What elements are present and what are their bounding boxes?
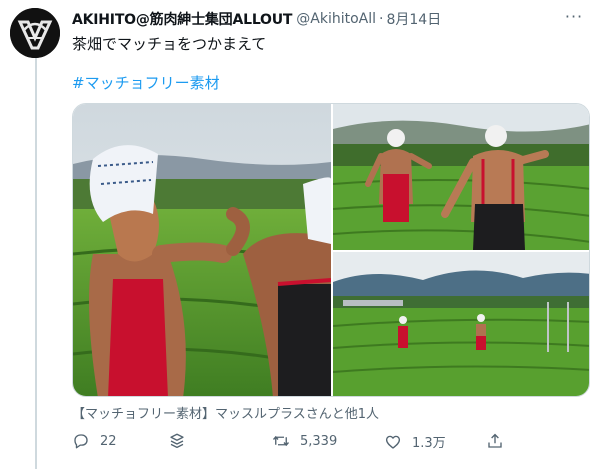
avatar[interactable]	[10, 8, 60, 58]
user-handle[interactable]: @AkihitoAll	[296, 11, 376, 27]
action-bar: 22 5,339 1.3万	[72, 432, 532, 454]
reply-count: 22	[100, 433, 117, 449]
media-caption[interactable]: 【マッチョフリー素材】マッスルプラスさんと他1人	[72, 403, 379, 422]
like-count: 1.3万	[412, 436, 446, 451]
display-name[interactable]: AKIHITO@筋肉紳士集団ALLOUT	[72, 9, 292, 29]
reply-button[interactable]: 22	[72, 432, 117, 450]
tweet-text: 茶畑でマッチョをつかまえて	[72, 35, 267, 53]
retweet-icon	[272, 435, 290, 447]
analytics-button[interactable]	[168, 432, 196, 450]
reply-icon	[74, 434, 88, 449]
hashtag-link[interactable]: #マッチョフリー素材	[72, 72, 220, 93]
thread-line	[35, 58, 37, 469]
photo-two-men-field[interactable]	[333, 104, 589, 250]
share-button[interactable]	[486, 432, 514, 450]
allout-logo-icon	[10, 8, 60, 58]
like-button[interactable]: 1.3万	[384, 432, 446, 451]
tweet-date[interactable]: 8月14日	[386, 9, 441, 29]
share-icon	[488, 433, 502, 448]
tweet-header: AKIHITO@筋肉紳士集団ALLOUT @AkihitoAll · 8月14日…	[72, 9, 590, 29]
like-icon	[385, 435, 401, 449]
photo-wide-landscape[interactable]	[333, 252, 589, 396]
media-grid	[72, 103, 590, 397]
photo-close-up[interactable]	[73, 104, 331, 396]
retweet-button[interactable]: 5,339	[272, 432, 337, 450]
analytics-stack-icon	[170, 433, 184, 449]
separator-dot: ·	[379, 11, 384, 27]
more-icon[interactable]: ···	[562, 9, 586, 29]
retweet-count: 5,339	[300, 433, 338, 449]
